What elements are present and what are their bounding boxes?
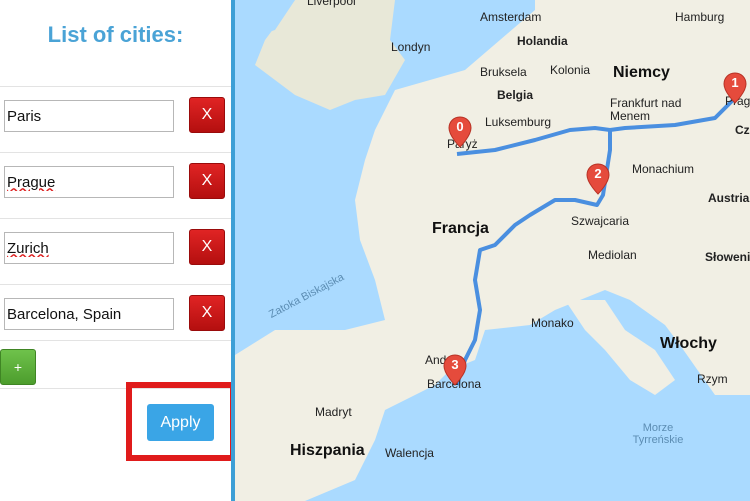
map-label: Belgia bbox=[497, 88, 534, 102]
map-label: Francja bbox=[432, 220, 489, 237]
map-label: Rzym bbox=[697, 372, 728, 386]
route-map[interactable]: Liverpool Amsterdam Hamburg Holandia Lon… bbox=[235, 0, 750, 501]
city-list-panel: List of cities: X X X X + Apply bbox=[0, 0, 236, 501]
highlight-box bbox=[126, 382, 236, 461]
map-label: Hiszpania bbox=[290, 442, 365, 459]
city-row: X bbox=[0, 218, 231, 281]
map-label: Słowenia bbox=[705, 250, 750, 264]
delete-city-button[interactable]: X bbox=[189, 295, 225, 331]
map-label: Frankfurt nad Menem bbox=[610, 96, 682, 123]
delete-city-button[interactable]: X bbox=[189, 97, 225, 133]
city-input-3[interactable] bbox=[4, 232, 174, 264]
add-city-button[interactable]: + bbox=[0, 349, 36, 385]
map-label: Liverpool bbox=[307, 0, 356, 8]
map-label: Austria bbox=[708, 191, 750, 205]
city-row: X bbox=[0, 152, 231, 215]
city-row: X bbox=[0, 86, 231, 149]
city-input-1[interactable] bbox=[4, 100, 174, 132]
route-marker-0[interactable]: 0 bbox=[448, 116, 472, 148]
map-label: Hamburg bbox=[675, 10, 725, 24]
map-label: Niemcy bbox=[613, 64, 670, 81]
map-label: Morze Tyrreńskie bbox=[632, 422, 684, 446]
delete-city-button[interactable]: X bbox=[189, 229, 225, 265]
map-label: Czechy bbox=[735, 123, 750, 137]
map-label: Monachium bbox=[632, 162, 695, 176]
map-label: Włochy bbox=[660, 335, 717, 352]
route-marker-1[interactable]: 1 bbox=[723, 72, 747, 104]
city-input-4[interactable] bbox=[4, 298, 174, 330]
route-marker-3[interactable]: 3 bbox=[443, 354, 467, 386]
map-label: Londyn bbox=[391, 40, 431, 54]
map-label: Szwajcaria bbox=[571, 214, 630, 228]
map-label: Walencja bbox=[385, 446, 434, 460]
city-input-2[interactable] bbox=[4, 166, 174, 198]
map-label: Luksemburg bbox=[485, 115, 552, 129]
delete-city-button[interactable]: X bbox=[189, 163, 225, 199]
city-row: X bbox=[0, 284, 231, 347]
route-marker-2[interactable]: 2 bbox=[586, 163, 610, 195]
panel-title: List of cities: bbox=[47, 22, 184, 47]
map-label: Madryt bbox=[315, 405, 352, 419]
map-label: Kolonia bbox=[550, 63, 591, 77]
map-label: Amsterdam bbox=[480, 10, 542, 24]
map-label: Monako bbox=[531, 316, 574, 330]
map-label: Bruksela bbox=[480, 65, 527, 79]
map-label: Mediolan bbox=[588, 248, 637, 262]
map-label: Holandia bbox=[517, 34, 568, 48]
